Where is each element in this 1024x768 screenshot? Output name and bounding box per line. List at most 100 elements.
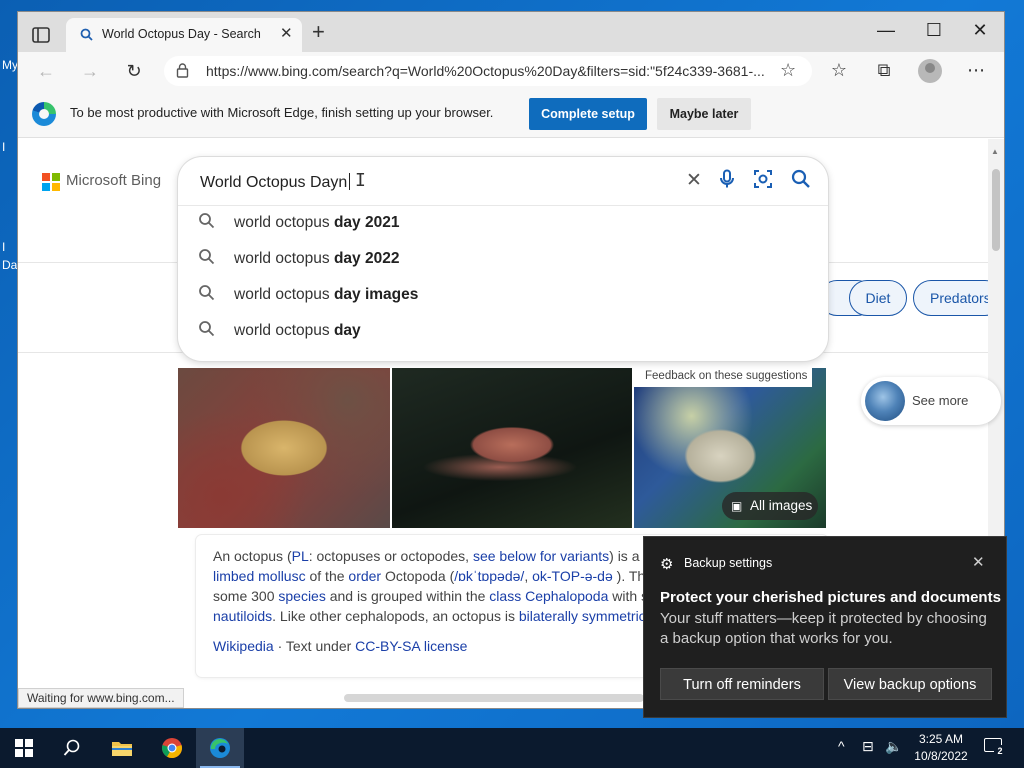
toast-title: Protect your cherished pictures and docu… (660, 589, 1001, 606)
link[interactable]: bilaterally symmetric (519, 608, 646, 624)
search-icon[interactable] (48, 728, 96, 768)
link[interactable]: order (348, 568, 381, 584)
microphone-icon[interactable] (714, 169, 740, 195)
octopus-image[interactable] (392, 368, 632, 528)
view-backup-options-button[interactable]: View backup options (828, 668, 992, 700)
card-text-line: An octopus (PL: octopuses or octopodes, … (213, 548, 640, 564)
file-explorer-icon[interactable] (98, 728, 146, 768)
suggestion-text: world octopus day 2022 (234, 250, 400, 267)
see-more-button[interactable]: See more (861, 377, 1001, 425)
text-cursor-icon: I (355, 170, 366, 191)
desktop-icon-label[interactable]: My (2, 58, 18, 72)
add-favorite-icon[interactable]: ☆ (780, 60, 796, 81)
suggestion-item[interactable]: world octopus day (178, 314, 828, 350)
suggestion-item[interactable]: world octopus day 2022 (178, 242, 828, 278)
octopus-image[interactable] (178, 368, 390, 528)
license-link[interactable]: CC-BY-SA license (355, 638, 467, 654)
favorites-icon[interactable]: ☆ (826, 60, 852, 81)
turn-off-reminders-button[interactable]: Turn off reminders (660, 668, 824, 700)
complete-setup-button[interactable]: Complete setup (529, 98, 647, 130)
suggestion-text: world octopus day images (234, 286, 419, 303)
search-icon (80, 28, 93, 44)
all-images-button[interactable]: ▣ All images (722, 492, 818, 520)
pill-diet[interactable]: Diet (849, 280, 907, 316)
link[interactable]: class Cephalopoda (489, 588, 608, 604)
suggestion-item[interactable]: world octopus day images (178, 278, 828, 314)
close-icon[interactable]: ✕ (972, 553, 985, 571)
desktop-icon-label[interactable]: I (2, 240, 5, 254)
setup-infobar: To be most productive with Microsoft Edg… (18, 90, 1004, 138)
volume-icon[interactable]: 🔈 (885, 738, 902, 755)
clock-time: 3:25 AM (918, 732, 964, 746)
card-text-line: some 300 species and is grouped within t… (213, 588, 649, 604)
edge-logo-icon (32, 102, 56, 126)
scroll-up-arrow-icon[interactable]: ▲ (991, 147, 999, 156)
suggestion-text: world octopus day 2021 (234, 214, 400, 231)
close-icon[interactable]: ✕ (280, 24, 293, 42)
search-box[interactable]: World Octopus Dayn I ✕ world octopus day… (178, 157, 828, 361)
address-bar[interactable]: https://www.bing.com/search?q=World%20Oc… (164, 56, 812, 86)
search-icon (198, 212, 215, 234)
search-icon (198, 284, 215, 306)
microsoft-logo-icon (42, 173, 60, 191)
maximize-button[interactable]: ☐ (914, 16, 954, 44)
start-windows-icon[interactable] (0, 728, 48, 768)
maybe-later-button[interactable]: Maybe later (657, 98, 751, 130)
more-options-icon[interactable]: ⋯ (963, 60, 989, 81)
close-window-button[interactable]: ✕ (960, 16, 1000, 44)
back-arrow-icon[interactable]: ← (32, 58, 60, 84)
network-icon[interactable]: ⊟ (862, 738, 874, 755)
wikipedia-link[interactable]: Wikipedia (213, 638, 274, 654)
octopus-thumbnail (865, 381, 905, 421)
visual-search-icon[interactable] (750, 169, 776, 195)
link[interactable]: nautiloids (213, 608, 272, 624)
minimize-button[interactable]: — (866, 16, 906, 44)
system-clock[interactable]: 3:25 AM 10/8/2022 (910, 731, 972, 765)
clock-date: 10/8/2022 (914, 749, 968, 763)
search-input[interactable]: World Octopus Dayn (200, 173, 351, 192)
chevron-up-icon[interactable]: ^ (838, 738, 845, 754)
url-text[interactable]: https://www.bing.com/search?q=World%20Oc… (206, 63, 776, 79)
desktop-icon-label[interactable]: I (2, 140, 5, 154)
link[interactable]: PL (292, 548, 309, 564)
suggestion-item[interactable]: world octopus day 2021 (178, 206, 828, 242)
infobar-message: To be most productive with Microsoft Edg… (70, 105, 494, 120)
horizontal-scrollbar[interactable] (344, 694, 644, 702)
tab-actions-icon[interactable] (30, 24, 52, 46)
tab-title: World Octopus Day - Search (102, 27, 261, 41)
desktop-icon-label[interactable]: Da (2, 258, 17, 272)
link[interactable]: species (278, 588, 325, 604)
card-text-line: nautiloids. Like other cephalopods, an o… (213, 608, 646, 624)
toast-app-name: Backup settings (684, 556, 773, 570)
search-icon[interactable] (788, 169, 814, 195)
edge-taskbar-icon[interactable] (196, 728, 244, 768)
backup-toast: ⚙ Backup settings ✕ Protect your cherish… (644, 537, 1006, 717)
link[interactable]: ok-TOP-ə-də (532, 568, 613, 584)
lock-icon[interactable] (176, 63, 189, 81)
gear-icon: ⚙ (660, 556, 674, 573)
link[interactable]: limbed mollusc (213, 568, 306, 584)
browser-toolbar: ← → ↻ https://www.bing.com/search?q=Worl… (18, 52, 1004, 90)
feedback-link[interactable]: Feedback on these suggestions (633, 365, 812, 387)
notification-center-icon[interactable]: 2 (982, 736, 1006, 758)
link[interactable]: see below for variants (473, 548, 609, 564)
forward-arrow-icon[interactable]: → (76, 58, 104, 84)
scrollbar-thumb[interactable] (992, 169, 1000, 251)
image-icon: ▣ (731, 499, 743, 513)
collections-icon[interactable]: ⧉ (871, 60, 897, 81)
suggestion-text: world octopus day (234, 322, 361, 339)
toast-body: Your stuff matters—keep it protected by … (660, 610, 987, 647)
see-more-label: See more (912, 393, 969, 408)
bing-logo-text: Microsoft Bing (66, 172, 162, 189)
chrome-icon[interactable] (148, 728, 196, 768)
card-text-line: limbed mollusc of the order Octopoda (/ɒ… (213, 568, 646, 584)
search-icon (198, 320, 215, 342)
link[interactable]: /ɒkˈtɒpədə/ (454, 568, 524, 584)
clear-icon[interactable]: ✕ (681, 169, 707, 192)
new-tab-button[interactable]: + (312, 21, 325, 43)
tab-bing-search[interactable]: World Octopus Day - Search ✕ (66, 18, 302, 52)
profile-avatar[interactable] (918, 59, 942, 83)
notification-count-badge: 2 (994, 745, 1006, 757)
refresh-icon[interactable]: ↻ (120, 58, 148, 84)
tab-strip: World Octopus Day - Search ✕ + — ☐ ✕ (18, 12, 1004, 52)
